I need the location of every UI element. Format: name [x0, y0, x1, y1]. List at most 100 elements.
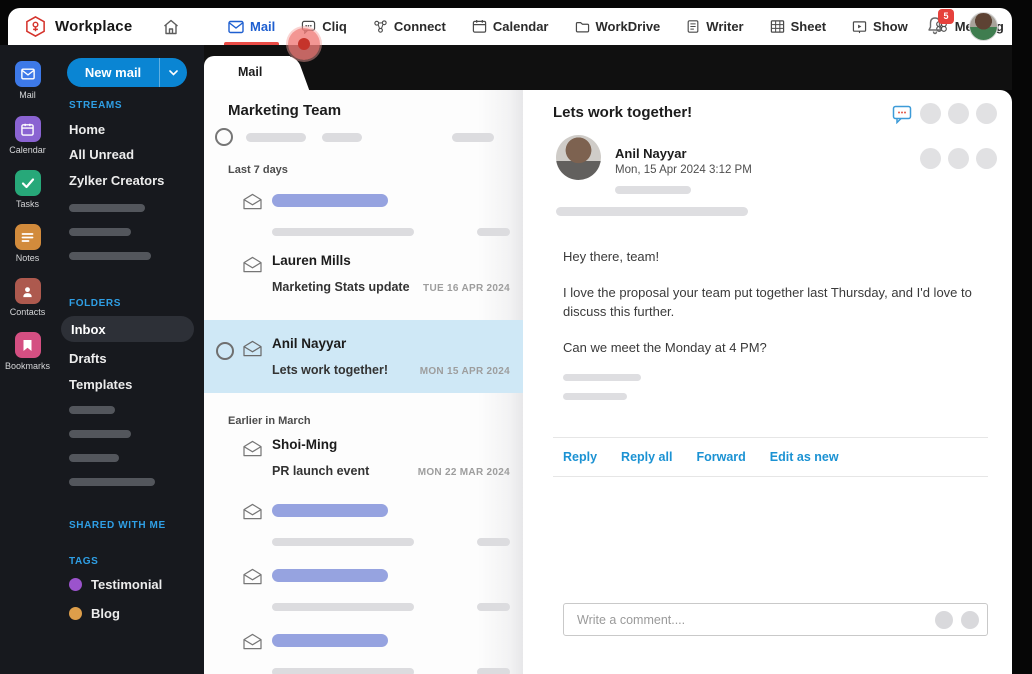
rail-item-mail[interactable]: Mail: [0, 61, 55, 100]
rail-item-tasks[interactable]: Tasks: [0, 170, 55, 209]
sidebar-item-drafts[interactable]: Drafts: [69, 351, 107, 366]
zoho-workplace-logo-icon: [26, 16, 45, 37]
select-checkbox[interactable]: [216, 342, 234, 360]
nav-item-writer[interactable]: Writer: [686, 8, 744, 45]
sidebar-item-zylker-creators[interactable]: Zylker Creators: [69, 173, 164, 188]
click-indicator: [288, 28, 320, 60]
email-list-item-placeholder[interactable]: [204, 188, 523, 248]
email-list-item-lauren-mills[interactable]: Lauren Mills Marketing Stats update TUE …: [204, 252, 523, 312]
action-placeholder-circle: [920, 148, 941, 169]
email-list-item-anil-nayyar[interactable]: Anil Nayyar Lets work together! MON 15 A…: [204, 320, 523, 393]
bookmarks-app-icon: [14, 332, 41, 358]
placeholder-bar: [272, 668, 414, 674]
sender-placeholder-bar: [272, 194, 388, 207]
rail-item-notes[interactable]: Notes: [0, 224, 55, 263]
show-icon: [852, 20, 867, 33]
notes-app-icon: [14, 224, 41, 250]
sender-placeholder-bar: [272, 569, 388, 582]
tab-strip: Mail: [204, 45, 1012, 90]
comment-bubble-icon[interactable]: [892, 104, 912, 124]
group-label-last-7-days: Last 7 days: [228, 164, 288, 176]
action-placeholder-circle: [976, 148, 997, 169]
email-list-item-placeholder[interactable]: [204, 628, 523, 674]
divider: [553, 437, 988, 438]
topbar: Workplace Mail Cliq Connect Calendar Wor…: [8, 8, 1012, 45]
shared-with-me-section-label: SHARED WITH ME: [69, 520, 166, 531]
app-window: Workplace Mail Cliq Connect Calendar Wor…: [0, 0, 1032, 674]
rail-item-calendar[interactable]: Calendar: [0, 116, 55, 155]
reply-all-link[interactable]: Reply all: [621, 450, 672, 464]
rail-item-contacts[interactable]: Contacts: [0, 278, 55, 317]
calendar-app-icon: [14, 116, 41, 142]
workdrive-icon: [575, 21, 589, 32]
tab-mail[interactable]: Mail: [204, 56, 290, 90]
comment-action-placeholder-circle: [961, 610, 979, 629]
envelope-icon: [243, 633, 262, 650]
top-navigation: Mail Cliq Connect Calendar WorkDrive Wri…: [223, 8, 1004, 45]
placeholder-bar: [246, 133, 306, 142]
reply-link[interactable]: Reply: [563, 450, 597, 464]
date-placeholder-bar: [477, 668, 510, 674]
notifications-bell-icon[interactable]: 5: [925, 8, 954, 39]
sidebar-item-home[interactable]: Home: [69, 122, 105, 137]
placeholder-bar: [272, 228, 414, 236]
placeholder-bar: [69, 252, 151, 260]
comment-input[interactable]: [564, 612, 935, 627]
signature-placeholder-bar: [563, 393, 627, 401]
forward-link[interactable]: Forward: [696, 450, 745, 464]
contacts-app-icon: [14, 278, 41, 304]
sender-placeholder-bar: [272, 634, 388, 647]
date-placeholder-bar: [477, 538, 510, 546]
sidebar-tag-blog[interactable]: Blog: [69, 606, 120, 621]
sidebar-item-inbox[interactable]: Inbox: [61, 316, 194, 342]
user-avatar[interactable]: [969, 12, 998, 41]
placeholder-bar: [556, 207, 748, 216]
placeholder-bar: [272, 603, 414, 611]
nav-item-calendar[interactable]: Calendar: [472, 8, 549, 45]
email-list-item-placeholder[interactable]: [204, 498, 523, 560]
notification-badge: 5: [938, 8, 954, 24]
mail-sidebar: New mail STREAMS Home All Unread Zylker …: [55, 45, 204, 674]
mail-icon: [228, 20, 244, 33]
envelope-icon: [243, 440, 262, 457]
envelope-icon: [243, 568, 262, 585]
nav-item-mail[interactable]: Mail: [223, 8, 280, 45]
tag-color-dot: [69, 607, 82, 620]
nav-item-connect[interactable]: Connect: [373, 8, 446, 45]
placeholder-bar: [69, 478, 155, 486]
email-list-item-shoi-ming[interactable]: Shoi-Ming PR launch event MON 22 MAR 202…: [204, 436, 523, 496]
sidebar-item-templates[interactable]: Templates: [69, 377, 132, 392]
sent-datetime: Mon, 15 Apr 2024 3:12 PM: [615, 164, 752, 176]
envelope-icon: [243, 193, 262, 210]
brand-name: Workplace: [55, 18, 133, 35]
placeholder-bar: [69, 454, 119, 462]
new-mail-button[interactable]: New mail: [67, 58, 187, 87]
tags-section-label: TAGS: [69, 556, 99, 567]
home-icon[interactable]: [160, 16, 182, 38]
date-placeholder-bar: [477, 603, 510, 611]
new-mail-dropdown[interactable]: [159, 58, 187, 87]
body-paragraph: Hey there, team!: [563, 249, 660, 264]
action-placeholder-circle: [948, 148, 969, 169]
placeholder-bar: [69, 430, 131, 438]
mail-list-panel: Marketing Team Last 7 days Lauren Mills …: [204, 90, 523, 674]
edit-as-new-link[interactable]: Edit as new: [770, 450, 839, 464]
placeholder-bar: [272, 538, 414, 546]
signature-placeholder-bar: [563, 374, 641, 382]
body-paragraph: I love the proposal your team put togeth…: [563, 284, 972, 319]
body-paragraph: Can we meet the Monday at 4 PM?: [563, 339, 767, 355]
sidebar-tag-testimonial[interactable]: Testimonial: [69, 577, 162, 592]
sidebar-item-all-unread[interactable]: All Unread: [69, 147, 134, 162]
select-all-checkbox[interactable]: [215, 128, 233, 146]
reading-pane: Lets work together! Anil Nayyar Mon, 15 …: [523, 90, 1012, 674]
nav-item-show[interactable]: Show: [852, 8, 908, 45]
calendar-icon: [472, 19, 487, 33]
nav-item-workdrive[interactable]: WorkDrive: [575, 8, 660, 45]
connect-icon: [374, 20, 387, 33]
mail-app-icon: [14, 61, 41, 87]
tasks-app-icon: [14, 170, 41, 196]
rail-item-bookmarks[interactable]: Bookmarks: [0, 332, 55, 371]
message-actions: Reply Reply all Forward Edit as new: [563, 450, 839, 464]
email-list-item-placeholder[interactable]: [204, 563, 523, 625]
nav-item-sheet[interactable]: Sheet: [770, 8, 826, 45]
